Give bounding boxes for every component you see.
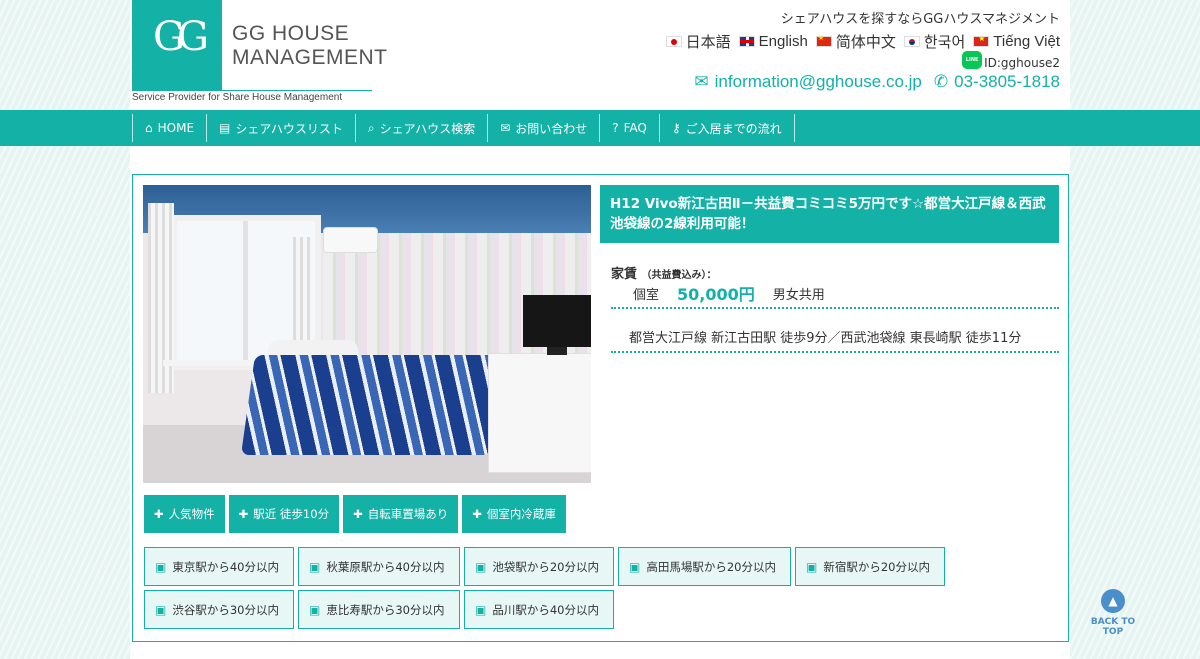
logo-text[interactable]: GG HOUSE MANAGEMENT (232, 22, 388, 70)
nav-faq[interactable]: ? FAQ (599, 114, 659, 142)
home-icon: ⌂ (145, 121, 153, 135)
train-icon: ▣ (309, 559, 321, 574)
nav-move-in-flow[interactable]: ⚷ ご入居までの流れ (658, 114, 795, 142)
room-photo[interactable] (143, 185, 591, 483)
lang-chinese[interactable]: 简体中文 (815, 31, 896, 52)
station-link[interactable]: ▣ 東京駅から40分以内 (144, 547, 294, 586)
train-icon: ▣ (475, 559, 487, 574)
station-link[interactable]: ▣ 高田馬場駅から20分以内 (618, 547, 791, 586)
nav-label: ご入居までの流れ (685, 121, 782, 136)
room-type: 個室 (633, 287, 660, 303)
clipboard-icon: ▤ (219, 121, 231, 135)
line-app-icon: LINE (962, 51, 983, 69)
feature-tags: ✚ 人気物件 ✚ 駅近 徒歩10分 ✚ 自転車置場あり ✚ 個室内冷蔵庫 (144, 495, 566, 533)
nav-label: シェアハウスリスト (235, 121, 343, 136)
logo-line1: GG HOUSE (232, 22, 350, 45)
logo-divider (132, 90, 372, 91)
pin-icon: ✚ (353, 507, 363, 521)
pin-icon: ✚ (154, 507, 164, 521)
page: GG GG HOUSE MANAGEMENT Service Provider … (0, 0, 1200, 659)
language-switcher: 日本語 English 简体中文 한국어 Tiếng Việt (665, 31, 1060, 52)
header-tagline: シェアハウスを探すならGGハウスマネジメント (780, 12, 1060, 27)
email-address: information@gghouse.co.jp (714, 72, 922, 91)
feature-tag[interactable]: ✚ 駅近 徒歩10分 (228, 495, 340, 533)
email-link[interactable]: ✉ information@gghouse.co.jp (694, 72, 921, 92)
listing-card: H12 Vivo新江古田Ⅱ－共益費コミコミ5万円です☆都営大江戸線＆西武池袋線の… (132, 174, 1069, 642)
contact-row: ✉ information@gghouse.co.jp ✆ 03-3805-18… (694, 72, 1060, 92)
korea-flag-icon (903, 36, 920, 47)
nav-label: HOME (157, 121, 195, 135)
envelope-icon: ✉ (500, 121, 511, 135)
envelope-icon: ✉ (694, 72, 709, 91)
train-icon: ▣ (475, 602, 487, 617)
train-icon: ▣ (155, 559, 167, 574)
lang-label: Tiếng Việt (993, 33, 1060, 50)
pin-icon: ✚ (238, 507, 249, 521)
station-link[interactable]: ▣ 恵比寿駅から30分以内 (298, 590, 460, 629)
lang-label: English (758, 33, 808, 50)
nav-label: シェアハウス検索 (379, 121, 476, 136)
station-link[interactable]: ▣ 秋葉原駅から40分以内 (298, 547, 460, 586)
key-icon: ⚷ (671, 121, 681, 135)
phone-link[interactable]: ✆ 03-3805-1818 (934, 72, 1060, 92)
nav-label: お問い合わせ (515, 121, 588, 136)
train-icon: ▣ (629, 559, 641, 574)
phone-icon: ✆ (933, 72, 949, 91)
lang-english[interactable]: English (738, 33, 808, 50)
lang-label: 한국어 (923, 34, 966, 51)
train-icon: ▣ (155, 602, 167, 617)
china-flag-icon (815, 34, 832, 47)
logo[interactable]: GG (132, 0, 222, 90)
back-to-top-label: BACK TO TOP (1090, 617, 1136, 637)
nav-label: FAQ (623, 121, 647, 135)
feature-tag[interactable]: ✚ 自転車置場あり (343, 495, 459, 533)
logo-mark: GG (153, 14, 209, 60)
phone-number: 03-3805-1818 (954, 72, 1060, 91)
lang-japanese[interactable]: 日本語 (665, 31, 731, 52)
feature-tag[interactable]: ✚ 人気物件 (144, 495, 225, 533)
japan-flag-icon (665, 36, 682, 47)
station-links: ▣ 東京駅から40分以内 ▣ 秋葉原駅から40分以内 ▣ 池袋駅から20分以内 … (144, 547, 964, 629)
logo-line2: MANAGEMENT (232, 46, 388, 69)
nav-sharehouse-search[interactable]: ⌕ シェアハウス検索 (354, 114, 487, 142)
back-to-top-button[interactable]: ▲ BACK TO TOP (1080, 589, 1146, 637)
station-link[interactable]: ▣ 品川駅から40分以内 (464, 590, 614, 629)
nav-home[interactable]: ⌂ HOME (132, 114, 206, 142)
rent-price: 50,000円 (677, 285, 755, 304)
listing-title[interactable]: H12 Vivo新江古田Ⅱ－共益費コミコミ5万円です☆都営大江戸線＆西武池袋線の… (600, 185, 1059, 243)
nav-sharehouse-list[interactable]: ▤ シェアハウスリスト (206, 114, 355, 142)
feature-tag[interactable]: ✚ 個室内冷蔵庫 (462, 495, 566, 533)
line-contact[interactable]: LINE ID:gghouse2 (962, 51, 1060, 69)
line-id: ID:gghouse2 (984, 56, 1060, 70)
lang-label: 简体中文 (835, 34, 896, 51)
lang-label: 日本語 (685, 34, 731, 51)
lang-korean[interactable]: 한국어 (903, 31, 966, 52)
pin-icon: ✚ (472, 507, 482, 521)
lang-vietnamese[interactable]: Tiếng Việt (973, 33, 1060, 50)
train-icon: ▣ (309, 602, 321, 617)
question-icon: ? (612, 121, 619, 135)
station-link[interactable]: ▣ 渋谷駅から30分以内 (144, 590, 294, 629)
nav-contact[interactable]: ✉ お問い合わせ (487, 114, 599, 142)
station-link[interactable]: ▣ 新宿駅から20分以内 (795, 547, 945, 586)
search-icon: ⌕ (367, 120, 375, 135)
station-link[interactable]: ▣ 池袋駅から20分以内 (464, 547, 614, 586)
vietnam-flag-icon (973, 34, 990, 47)
rent-row: 個室 50,000円 男女共用 (611, 279, 1059, 309)
arrow-up-icon: ▲ (1101, 589, 1125, 613)
access-info: 都営大江戸線 新江古田駅 徒歩9分／西武池袋線 東長崎駅 徒歩11分 (611, 327, 1059, 353)
main-nav: ⌂ HOME ▤ シェアハウスリスト ⌕ シェアハウス検索 ✉ お問い合わせ ?… (0, 110, 1200, 146)
gender-type: 男女共用 (772, 287, 825, 303)
logo-tagline: Service Provider for Share House Managem… (132, 92, 343, 103)
uk-flag-icon (738, 36, 755, 47)
train-icon: ▣ (806, 559, 818, 574)
